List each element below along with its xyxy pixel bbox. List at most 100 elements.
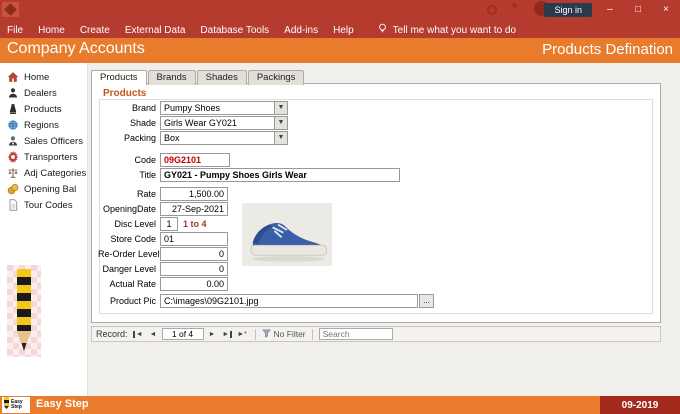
filter-toggle[interactable]: No Filter <box>261 328 306 340</box>
tab-packings[interactable]: Packings <box>247 70 305 85</box>
last-record-button[interactable]: ► <box>221 328 234 340</box>
new-record-button[interactable]: ►* <box>236 328 249 340</box>
shade-row: Shade Girls Wear GY021 ▼ <box>98 116 288 130</box>
disc-level-label: Disc Level <box>114 219 156 229</box>
new-record-glyph: ►* <box>237 330 247 338</box>
menu-add-ins[interactable]: Add-ins <box>284 25 318 36</box>
rate-row: Rate 1,500.00 <box>98 187 228 201</box>
title-row: Title GY021 - Pumpy Shoes Girls Wear <box>98 168 400 182</box>
scales-icon <box>7 167 19 179</box>
page-title: Company Accounts <box>7 40 145 57</box>
tab-shades[interactable]: Shades <box>196 70 247 85</box>
prev-glyph: ◄ <box>149 330 157 338</box>
chevron-down-icon[interactable]: ▼ <box>274 132 287 144</box>
divider <box>311 328 313 340</box>
code-row: Code 09G2101 <box>98 153 230 167</box>
period-badge: 09-2019 <box>600 396 680 414</box>
next-record-button[interactable]: ► <box>206 328 219 340</box>
code-input[interactable]: 09G2101 <box>160 153 230 167</box>
danger-level-row: Danger Level 0 <box>98 262 228 276</box>
logo-line-2: Step <box>11 404 22 410</box>
rate-label: Rate <box>136 189 156 199</box>
minimize-button[interactable]: – <box>596 0 624 19</box>
sidebar-item-label: Home <box>24 71 50 83</box>
product-pic-input[interactable]: C:\images\09G2101.jpg <box>160 294 418 308</box>
menu-help[interactable]: Help <box>333 25 354 36</box>
sidebar-item-products[interactable]: Products <box>0 101 87 117</box>
chevron-down-icon[interactable]: ▼ <box>274 102 287 114</box>
products-form-panel: Products Brand Pumpy Shoes ▼ Shade Girls… <box>91 83 661 323</box>
first-record-button[interactable]: ◄ <box>132 328 145 340</box>
packing-row: Packing Box ▼ <box>98 131 288 145</box>
window-controls: – □ × <box>596 0 680 19</box>
store-code-input[interactable]: 01 <box>160 232 228 246</box>
browse-button[interactable]: ... <box>419 294 434 308</box>
record-position[interactable]: 1 of 4 <box>161 328 204 340</box>
product-pic-row: Product Pic C:\images\09G2101.jpg ... <box>98 294 434 308</box>
maximize-button[interactable]: □ <box>624 0 652 19</box>
product-pic-label: Product Pic <box>109 296 156 306</box>
sidebar-item-opening-bal[interactable]: Opening Bal <box>0 181 87 197</box>
sidebar-item-adj-categories[interactable]: Adj Categories <box>0 165 87 181</box>
search-input[interactable] <box>318 328 393 340</box>
brand-select[interactable]: Pumpy Shoes ▼ <box>160 101 288 115</box>
brand-row: Brand Pumpy Shoes ▼ <box>98 101 288 115</box>
shade-select[interactable]: Girls Wear GY021 ▼ <box>160 116 288 130</box>
previous-record-button[interactable]: ◄ <box>147 328 160 340</box>
next-glyph: ► <box>208 330 216 338</box>
sidebar-item-tour-codes[interactable]: Tour Codes <box>0 197 87 213</box>
officer-icon <box>7 135 19 147</box>
menu-home[interactable]: Home <box>38 25 65 36</box>
sidebar-item-dealers[interactable]: Dealers <box>0 85 87 101</box>
store-code-row: Store Code 01 <box>98 232 228 246</box>
bar-glyph <box>230 330 232 338</box>
actual-rate-row: Actual Rate 0.00 <box>98 277 228 291</box>
sidebar-item-label: Adj Categories <box>24 167 87 179</box>
chevron-down-icon[interactable]: ▼ <box>274 117 287 129</box>
opening-date-row: OpeningDate 27-Sep-2021 <box>98 202 228 216</box>
sign-in-button[interactable]: Sign in <box>544 3 592 17</box>
document-icon <box>7 199 19 211</box>
sidebar-item-regions[interactable]: Regions <box>0 117 87 133</box>
sidebar-item-label: Opening Bal <box>24 183 77 195</box>
sidebar-item-transporters[interactable]: Transporters <box>0 149 87 165</box>
packing-select[interactable]: Box ▼ <box>160 131 288 145</box>
globe-icon <box>7 119 19 131</box>
brand-value: Pumpy Shoes <box>164 103 221 113</box>
actual-rate-input[interactable]: 0.00 <box>160 277 228 291</box>
sidebar-list: Home Dealers Products Regions Sales Offi… <box>0 63 87 213</box>
divider <box>254 328 256 340</box>
disc-level-input[interactable]: 1 <box>160 217 178 231</box>
section-title: Products <box>103 88 147 99</box>
menu-file[interactable]: File <box>7 25 23 36</box>
tab-brands[interactable]: Brands <box>147 70 196 85</box>
sidebar-item-sales-officers[interactable]: Sales Officers <box>0 133 87 149</box>
record-label: Record: <box>96 329 128 339</box>
packing-value: Box <box>164 133 180 143</box>
tab-strip: Products Brands Shades Packings <box>91 70 305 86</box>
menu-create[interactable]: Create <box>80 25 110 36</box>
close-button[interactable]: × <box>652 0 680 19</box>
tell-me-label: Tell me what you want to do <box>392 24 517 36</box>
reorder-level-input[interactable]: 0 <box>160 247 228 261</box>
title-input[interactable]: GY021 - Pumpy Shoes Girls Wear <box>160 168 400 182</box>
filter-icon <box>261 328 271 340</box>
tab-products[interactable]: Products <box>91 70 147 86</box>
titlebar-decoration-circle-outline <box>487 5 497 15</box>
tell-me-box[interactable]: Tell me what you want to do <box>377 23 516 37</box>
navigation-sidebar: Home Dealers Products Regions Sales Offi… <box>0 63 88 396</box>
title-label: Title <box>139 170 156 180</box>
opening-date-input[interactable]: 27-Sep-2021 <box>160 202 228 216</box>
menu-external-data[interactable]: External Data <box>125 25 186 36</box>
disc-level-hint: 1 to 4 <box>183 219 207 229</box>
danger-level-input[interactable]: 0 <box>160 262 228 276</box>
last-glyph: ► <box>222 330 230 338</box>
rate-input[interactable]: 1,500.00 <box>160 187 228 201</box>
home-icon <box>7 71 19 83</box>
menu-database-tools[interactable]: Database Tools <box>200 25 269 36</box>
reorder-level-row: Re-Order Level 0 <box>98 247 228 261</box>
sidebar-item-home[interactable]: Home <box>0 69 87 85</box>
title-bar: Sign in – □ × File Home Create External … <box>0 0 680 38</box>
product-icon <box>7 103 19 115</box>
ribbon-menu: File Home Create External Data Database … <box>7 23 516 37</box>
